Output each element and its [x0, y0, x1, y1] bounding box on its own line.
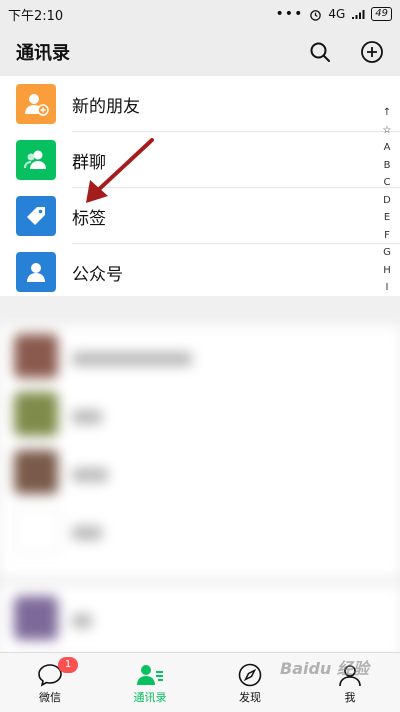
index-letter[interactable]: ↑	[383, 104, 391, 122]
alarm-icon	[310, 9, 322, 21]
signal-icon	[352, 9, 365, 19]
add-circle-icon	[361, 41, 383, 63]
network-type: 4G	[328, 7, 346, 21]
header-actions	[308, 40, 384, 64]
index-letter[interactable]: H	[383, 262, 391, 280]
tab-contacts[interactable]: 通讯录	[100, 653, 200, 712]
index-letter[interactable]: G	[383, 244, 391, 262]
tab-label: 通讯录	[133, 691, 167, 704]
index-letter[interactable]: B	[384, 157, 391, 175]
index-letter[interactable]: I	[386, 279, 389, 297]
tag-icon	[16, 196, 56, 236]
index-letter[interactable]: ☆	[383, 122, 392, 140]
status-bar: 下午2:10 ••• 4G 49	[0, 0, 400, 28]
contacts-function-list: 新的朋友 群聊 标签 公众号	[0, 76, 400, 300]
list-item-label: 新的朋友	[72, 96, 140, 117]
blurred-contact-list	[0, 296, 400, 652]
index-letter[interactable]: A	[384, 139, 391, 157]
me-icon	[336, 661, 364, 689]
list-item-official-accounts[interactable]: 公众号	[0, 244, 400, 300]
page-title: 通讯录	[16, 43, 70, 64]
index-letter[interactable]: F	[384, 227, 390, 245]
tab-discover[interactable]: 发现	[200, 653, 300, 712]
list-item-tags[interactable]: 标签	[0, 188, 400, 244]
tab-chats[interactable]: 微信 1	[0, 653, 100, 712]
index-letter[interactable]: E	[384, 209, 390, 227]
status-indicators: ••• 4G 49	[276, 7, 392, 21]
avatar	[14, 450, 58, 494]
list-item-label: 群聊	[72, 152, 106, 173]
contact-rows-blurred	[0, 326, 400, 576]
bottom-tab-bar: 微信 1 通讯录 发现 我	[0, 652, 400, 712]
compass-icon	[236, 661, 264, 689]
alphabet-index-bar[interactable]: ↑ ☆ A B C D E F G H I J	[380, 104, 394, 314]
avatar	[14, 508, 60, 554]
tab-label: 微信	[39, 691, 61, 704]
contacts-icon	[136, 661, 164, 689]
battery-indicator: 49	[371, 7, 392, 21]
list-item-group-chats[interactable]: 群聊	[0, 132, 400, 188]
tab-label: 我	[344, 691, 356, 704]
tab-me[interactable]: 我	[300, 653, 400, 712]
list-item-label: 公众号	[72, 264, 123, 285]
avatar	[14, 596, 58, 640]
new-friend-icon	[16, 84, 56, 124]
status-time: 下午2:10	[8, 8, 64, 24]
tab-label: 发现	[239, 691, 261, 704]
list-item-label: 标签	[72, 208, 106, 229]
group-chat-icon	[16, 140, 56, 180]
index-letter[interactable]: C	[384, 174, 391, 192]
list-item-new-friends[interactable]: 新的朋友	[0, 76, 400, 132]
search-icon	[310, 42, 330, 62]
page-header: 通讯录	[0, 28, 400, 76]
notification-dots: •••	[275, 6, 304, 22]
unread-badge: 1	[58, 657, 78, 673]
avatar	[14, 334, 58, 378]
avatar	[14, 392, 58, 436]
add-button[interactable]	[360, 40, 384, 64]
index-letter[interactable]: D	[383, 192, 391, 210]
search-button[interactable]	[308, 40, 332, 64]
official-account-icon	[16, 252, 56, 292]
